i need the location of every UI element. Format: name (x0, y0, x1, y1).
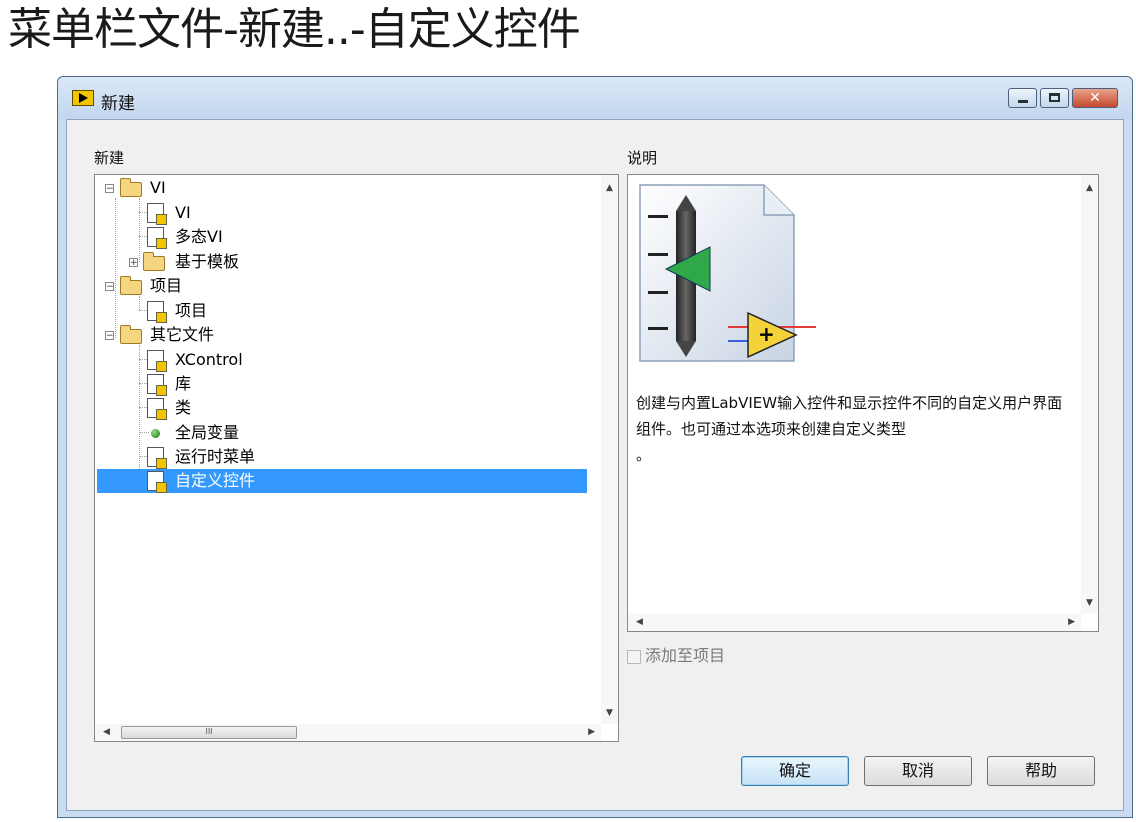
tree-item-label: VI (175, 203, 191, 222)
title-bar[interactable]: 新建 ✕ (58, 77, 1132, 119)
collapse-icon[interactable]: − (105, 331, 114, 341)
scroll-right-icon[interactable]: ▶ (1068, 617, 1075, 627)
description-section-label: 说明 (627, 149, 658, 167)
scroll-left-icon[interactable]: ◀ (103, 727, 110, 737)
cancel-button[interactable]: 取消 (864, 756, 972, 786)
close-button[interactable]: ✕ (1072, 88, 1118, 108)
tree-item-label: 全局变量 (175, 423, 240, 442)
tree-item-label: VI (150, 178, 166, 197)
close-icon: ✕ (1089, 90, 1101, 106)
help-button[interactable]: 帮助 (987, 756, 1095, 786)
description-panel: + 创建与内置LabVIEW输入控件和显示控件不同的自定义用户界面组件。也可通过… (627, 174, 1099, 632)
window-controls: ✕ (1008, 88, 1118, 108)
tree-horizontal-scrollbar[interactable]: ◀ III ▶ (95, 724, 601, 741)
scroll-left-icon[interactable]: ◀ (636, 617, 643, 627)
description-body: 创建与内置LabVIEW输入控件和显示控件不同的自定义用户界面组件。也可通过本选… (636, 394, 1063, 438)
ok-button[interactable]: 确定 (741, 756, 849, 786)
new-dialog-window: 新建 ✕ 新建 说明 − VI VI 多态VI + 基于模板 − 项目 项目 −… (57, 76, 1133, 818)
dialog-client-area: 新建 说明 − VI VI 多态VI + 基于模板 − 项目 项目 − 其它文件… (66, 119, 1124, 811)
tree-item-other-files-folder[interactable]: − 其它文件 (105, 323, 585, 347)
control-icon (147, 471, 167, 493)
tree-item-project[interactable]: 项目 (147, 299, 587, 323)
add-to-project-label: 添加至项目 (645, 646, 726, 665)
description-horizontal-scrollbar[interactable]: ◀ ▶ (628, 614, 1081, 631)
tree-item-label: 库 (175, 374, 192, 393)
maximize-button[interactable] (1040, 88, 1069, 108)
tree-item-label: 项目 (175, 301, 208, 320)
maximize-icon (1049, 93, 1060, 102)
tree-item-class[interactable]: 类 (147, 396, 587, 420)
folder-open-icon (120, 325, 142, 344)
minimize-icon (1018, 100, 1028, 103)
class-icon (147, 398, 167, 420)
polymorphic-vi-icon (147, 227, 167, 249)
new-section-label: 新建 (94, 149, 125, 167)
add-to-project-option[interactable]: 添加至项目 (627, 642, 725, 666)
add-to-project-checkbox[interactable] (627, 649, 641, 664)
tree-item-label: 其它文件 (150, 325, 215, 344)
scroll-down-icon[interactable]: ▼ (1086, 598, 1093, 608)
folder-open-icon (120, 178, 142, 197)
tree-item-label: 多态VI (175, 227, 223, 246)
globe-icon (151, 429, 160, 438)
window-title: 新建 (101, 94, 135, 114)
collapse-icon[interactable]: − (105, 282, 114, 292)
minimize-button[interactable] (1008, 88, 1037, 108)
scroll-right-icon[interactable]: ▶ (588, 727, 595, 737)
collapse-icon[interactable]: − (105, 184, 114, 194)
scroll-down-icon[interactable]: ▼ (606, 708, 613, 718)
tree-item-label: 类 (175, 398, 192, 417)
tree-item-global-variable[interactable]: 全局变量 (147, 421, 587, 445)
tree-item-vi-folder[interactable]: − VI (105, 176, 585, 200)
tree-item-xcontrol[interactable]: XControl (147, 348, 587, 372)
svg-text:+: + (758, 322, 775, 346)
tree-item-label: 自定义控件 (175, 471, 256, 490)
tree-item-label: XControl (175, 350, 243, 369)
tree-item-custom-control[interactable]: 自定义控件 (97, 469, 587, 493)
tree-item-label: 项目 (150, 276, 183, 295)
xcontrol-icon (147, 350, 167, 372)
horizontal-scroll-thumb[interactable]: III (121, 726, 297, 739)
tree-item-project-folder[interactable]: − 项目 (105, 274, 585, 298)
description-text: 创建与内置LabVIEW输入控件和显示控件不同的自定义用户界面组件。也可通过本选… (636, 390, 1066, 468)
custom-control-illustration: + (639, 184, 816, 362)
expand-icon[interactable]: + (129, 258, 138, 268)
description-trailing: 。 (636, 446, 652, 464)
tree-item-from-template[interactable]: + 基于模板 (129, 250, 589, 274)
library-icon (147, 374, 167, 396)
menu-icon (147, 447, 167, 469)
project-icon (147, 301, 167, 323)
tree-item-runtime-menu[interactable]: 运行时菜单 (147, 445, 587, 469)
tree-item-vi[interactable]: VI (147, 201, 587, 225)
folder-icon (143, 252, 165, 271)
description-vertical-scrollbar[interactable]: ▲ ▼ (1081, 175, 1098, 614)
tree-vertical-scrollbar[interactable]: ▲ ▼ (601, 175, 618, 724)
new-items-tree[interactable]: − VI VI 多态VI + 基于模板 − 项目 项目 − 其它文件 XCont… (94, 174, 619, 742)
folder-open-icon (120, 276, 142, 295)
vi-icon (147, 203, 167, 225)
slide-title: 菜单栏文件-新建..-自定义控件 (8, 4, 581, 55)
tree-item-label: 运行时菜单 (175, 447, 256, 466)
labview-icon (72, 90, 94, 106)
scroll-up-icon[interactable]: ▲ (1086, 183, 1093, 193)
tree-item-label: 基于模板 (175, 252, 240, 271)
tree-item-library[interactable]: 库 (147, 372, 587, 396)
scroll-up-icon[interactable]: ▲ (606, 183, 613, 193)
tree-item-polymorphic-vi[interactable]: 多态VI (147, 225, 587, 249)
